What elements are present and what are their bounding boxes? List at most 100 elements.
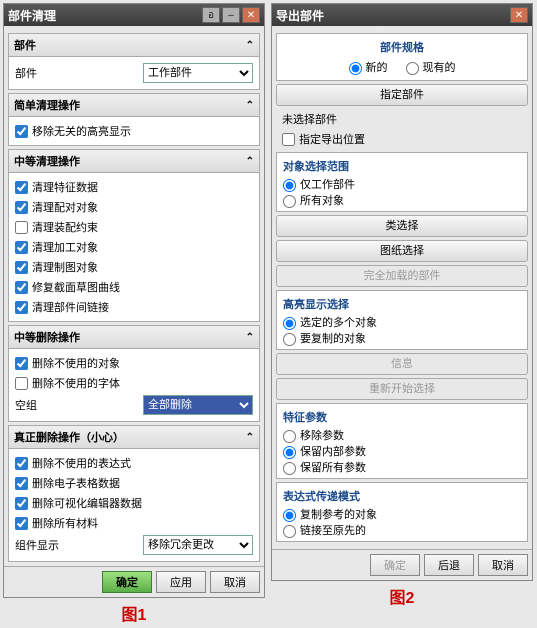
section-label: 部件: [14, 37, 36, 53]
section-header-medium-clean[interactable]: 中等清理操作 ⌃: [8, 149, 260, 173]
group-part-spec: 部件规格 新的 现有的: [276, 33, 528, 81]
unselected-text: 未选择部件: [276, 109, 528, 129]
chk-drafting-obj[interactable]: [15, 261, 28, 274]
chk-interpart-link[interactable]: [15, 301, 28, 314]
empty-group-select[interactable]: 全部删除: [143, 395, 253, 415]
window-title: 部件清理: [8, 7, 200, 24]
chk-label: 删除电子表格数据: [32, 475, 253, 491]
radio-selected-obj[interactable]: 选定的多个对象: [283, 317, 377, 329]
group-title: 部件规格: [283, 37, 521, 57]
section-body-real-delete: 删除不使用的表达式 删除电子表格数据 删除可视化编辑器数据 删除所有材料 组件显…: [8, 449, 260, 562]
radio-work-part-input[interactable]: [283, 179, 296, 192]
radio-keep-internal-input[interactable]: [283, 446, 296, 459]
full-load-button: 完全加载的部件: [276, 265, 528, 287]
radio-existing-input[interactable]: [406, 62, 419, 75]
chevron-up-icon: ⌃: [246, 100, 254, 111]
apply-button[interactable]: 应用: [156, 571, 206, 593]
radio-existing[interactable]: 现有的: [406, 59, 456, 75]
section-label: 中等删除操作: [14, 329, 80, 345]
radio-copy-ref-input[interactable]: [283, 509, 296, 522]
footer: 确定 应用 取消: [4, 566, 264, 597]
group-title: 特征参数: [283, 407, 521, 427]
radio-work-part[interactable]: 仅工作部件: [283, 179, 355, 191]
chk-remove-highlight[interactable]: [15, 125, 28, 138]
drawing-select-button[interactable]: 图纸选择: [276, 240, 528, 262]
section-header-real-delete[interactable]: 真正删除操作（小心） ⌃: [8, 425, 260, 449]
radio-copy-obj[interactable]: 要复制的对象: [283, 333, 366, 345]
chevron-up-icon: ⌃: [246, 156, 254, 167]
group-title: 对象选择范围: [283, 156, 521, 176]
info-button: 信息: [276, 353, 528, 375]
chk-del-visual-editor[interactable]: [15, 497, 28, 510]
figure-caption-1: 图1: [3, 601, 265, 625]
radio-copy-obj-input[interactable]: [283, 333, 296, 346]
group-expression-mode: 表达式传递模式 复制参考的对象 链接至原先的: [276, 482, 528, 542]
radio-remove-params-input[interactable]: [283, 430, 296, 443]
cancel-button[interactable]: 取消: [210, 571, 260, 593]
chk-label: 删除不使用的字体: [32, 375, 253, 391]
radio-remove-params[interactable]: 移除参数: [283, 430, 344, 442]
chevron-up-icon: ⌃: [246, 40, 254, 51]
chk-label: 删除所有材料: [32, 515, 253, 531]
section-label: 简单清理操作: [14, 97, 80, 113]
radio-selected-obj-input[interactable]: [283, 317, 296, 330]
section-body-medium-delete: 删除不使用的对象 删除不使用的字体 空组 全部删除: [8, 349, 260, 422]
radio-keep-internal[interactable]: 保留内部参数: [283, 446, 366, 458]
radio-keep-all-input[interactable]: [283, 462, 296, 475]
chk-machining-obj[interactable]: [15, 241, 28, 254]
part-select[interactable]: 工作部件: [143, 63, 253, 83]
group-highlight: 高亮显示选择 选定的多个对象 要复制的对象: [276, 290, 528, 350]
minimize-icon[interactable]: –: [222, 7, 240, 23]
chk-label: 删除不使用的表达式: [32, 455, 253, 471]
chk-mate-obj[interactable]: [15, 201, 28, 214]
chk-label: 移除无关的高亮显示: [32, 123, 253, 139]
restart-select-button: 重新开始选择: [276, 378, 528, 400]
section-header-medium-delete[interactable]: 中等删除操作 ⌃: [8, 325, 260, 349]
chk-label: 删除可视化编辑器数据: [32, 495, 253, 511]
titlebar: 部件清理 อ – ✕: [4, 4, 264, 26]
chk-del-spreadsheet[interactable]: [15, 477, 28, 490]
chk-label: 清理部件间链接: [32, 299, 253, 315]
component-display-select[interactable]: 移除冗余更改: [143, 535, 253, 555]
radio-keep-all[interactable]: 保留所有参数: [283, 462, 366, 474]
class-select-button[interactable]: 类选择: [276, 215, 528, 237]
chk-repair-sketch[interactable]: [15, 281, 28, 294]
footer: 确定 后退 取消: [272, 549, 532, 580]
section-body-simple: 移除无关的高亮显示: [8, 117, 260, 146]
chk-assembly-constraint[interactable]: [15, 221, 28, 234]
chk-feature-data[interactable]: [15, 181, 28, 194]
chk-label: 修复截面草图曲线: [32, 279, 253, 295]
close-icon[interactable]: ✕: [242, 7, 260, 23]
empty-group-label: 空组: [15, 397, 143, 413]
chk-label: 清理制图对象: [32, 259, 253, 275]
assign-part-button[interactable]: 指定部件: [276, 84, 528, 106]
chk-del-materials[interactable]: [15, 517, 28, 530]
chk-label: 清理加工对象: [32, 239, 253, 255]
chk-del-unused-font[interactable]: [15, 377, 28, 390]
chk-label: 清理配对对象: [32, 199, 253, 215]
chk-del-unused-obj[interactable]: [15, 357, 28, 370]
radio-link-orig[interactable]: 链接至原先的: [283, 525, 366, 537]
group-feature-params: 特征参数 移除参数 保留内部参数 保留所有参数: [276, 403, 528, 479]
help-icon[interactable]: อ: [202, 7, 220, 23]
titlebar: 导出部件 ✕: [272, 4, 532, 26]
radio-link-orig-input[interactable]: [283, 525, 296, 538]
radio-copy-ref[interactable]: 复制参考的对象: [283, 509, 377, 521]
section-label: 中等清理操作: [14, 153, 80, 169]
section-header-part[interactable]: 部件 ⌃: [8, 33, 260, 57]
ok-button[interactable]: 确定: [102, 571, 152, 593]
radio-all-obj[interactable]: 所有对象: [283, 195, 344, 207]
part-label: 部件: [15, 65, 143, 81]
group-title: 表达式传递模式: [283, 486, 521, 506]
radio-all-obj-input[interactable]: [283, 195, 296, 208]
chk-del-expr[interactable]: [15, 457, 28, 470]
close-icon[interactable]: ✕: [510, 7, 528, 23]
cancel-button[interactable]: 取消: [478, 554, 528, 576]
back-button[interactable]: 后退: [424, 554, 474, 576]
section-header-simple[interactable]: 简单清理操作 ⌃: [8, 93, 260, 117]
radio-new-input[interactable]: [349, 62, 362, 75]
radio-new[interactable]: 新的: [349, 59, 388, 75]
chk-assign-location[interactable]: [282, 133, 295, 146]
group-title: 高亮显示选择: [283, 294, 521, 314]
group-range: 对象选择范围 仅工作部件 所有对象: [276, 152, 528, 212]
